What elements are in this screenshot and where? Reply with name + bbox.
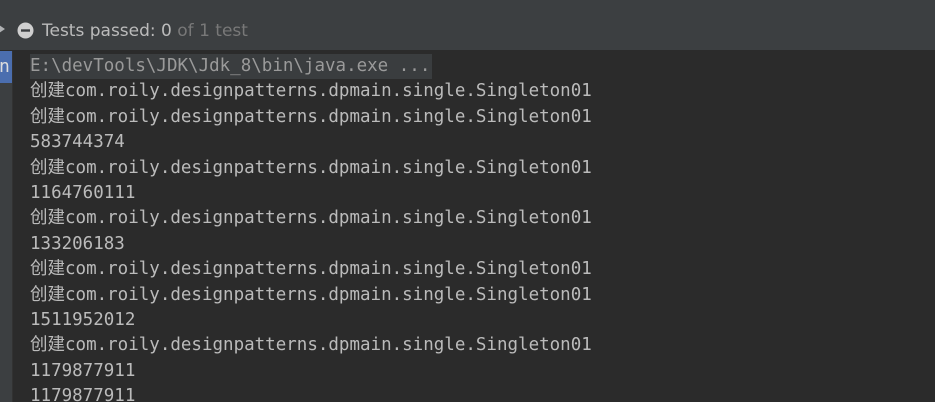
tests-status-label: Tests passed: <box>42 21 162 41</box>
console-line: 1511952012 <box>30 309 136 330</box>
console-line: 133206183 <box>30 233 125 254</box>
gutter-tab-letter: n <box>0 56 10 77</box>
console-line: 创建com.roily.designpatterns.dpmain.single… <box>30 259 592 280</box>
command-text[interactable]: E:\devTools\JDK\Jdk_8\bin\java.exe ... <box>30 54 433 80</box>
console-command-line: E:\devTools\JDK\Jdk_8\bin\java.exe ... <box>30 54 935 80</box>
run-tool-window: Tests passed: 0 of 1 test n E:\devTools\… <box>0 0 935 402</box>
console-line: 创建com.roily.designpatterns.dpmain.single… <box>30 106 592 127</box>
minus-circle-icon <box>17 22 34 39</box>
total-tests-text: of 1 test <box>171 21 248 41</box>
test-status-toolbar: Tests passed: 0 of 1 test <box>0 10 935 51</box>
console-line: 创建com.roily.designpatterns.dpmain.single… <box>30 284 592 305</box>
gutter-active-tab[interactable]: n <box>0 51 12 83</box>
console-line: 1179877911 <box>30 386 136 402</box>
console-line: 创建com.roily.designpatterns.dpmain.single… <box>30 81 592 102</box>
console-line: 创建com.roily.designpatterns.dpmain.single… <box>30 208 592 229</box>
tests-status-text: Tests passed: 0 of 1 test <box>42 20 248 42</box>
console-line: 创建com.roily.designpatterns.dpmain.single… <box>30 335 592 356</box>
console-line: 1164760111 <box>30 182 136 203</box>
passed-count: 0 <box>161 21 172 41</box>
console-line: 1179877911 <box>30 360 136 381</box>
console-line: 创建com.roily.designpatterns.dpmain.single… <box>30 157 592 178</box>
left-gutter: n <box>0 51 13 402</box>
console-output[interactable]: E:\devTools\JDK\Jdk_8\bin\java.exe ... 创… <box>30 54 935 402</box>
console-line: 583744374 <box>30 132 125 153</box>
chevron-right-icon[interactable] <box>0 23 7 35</box>
